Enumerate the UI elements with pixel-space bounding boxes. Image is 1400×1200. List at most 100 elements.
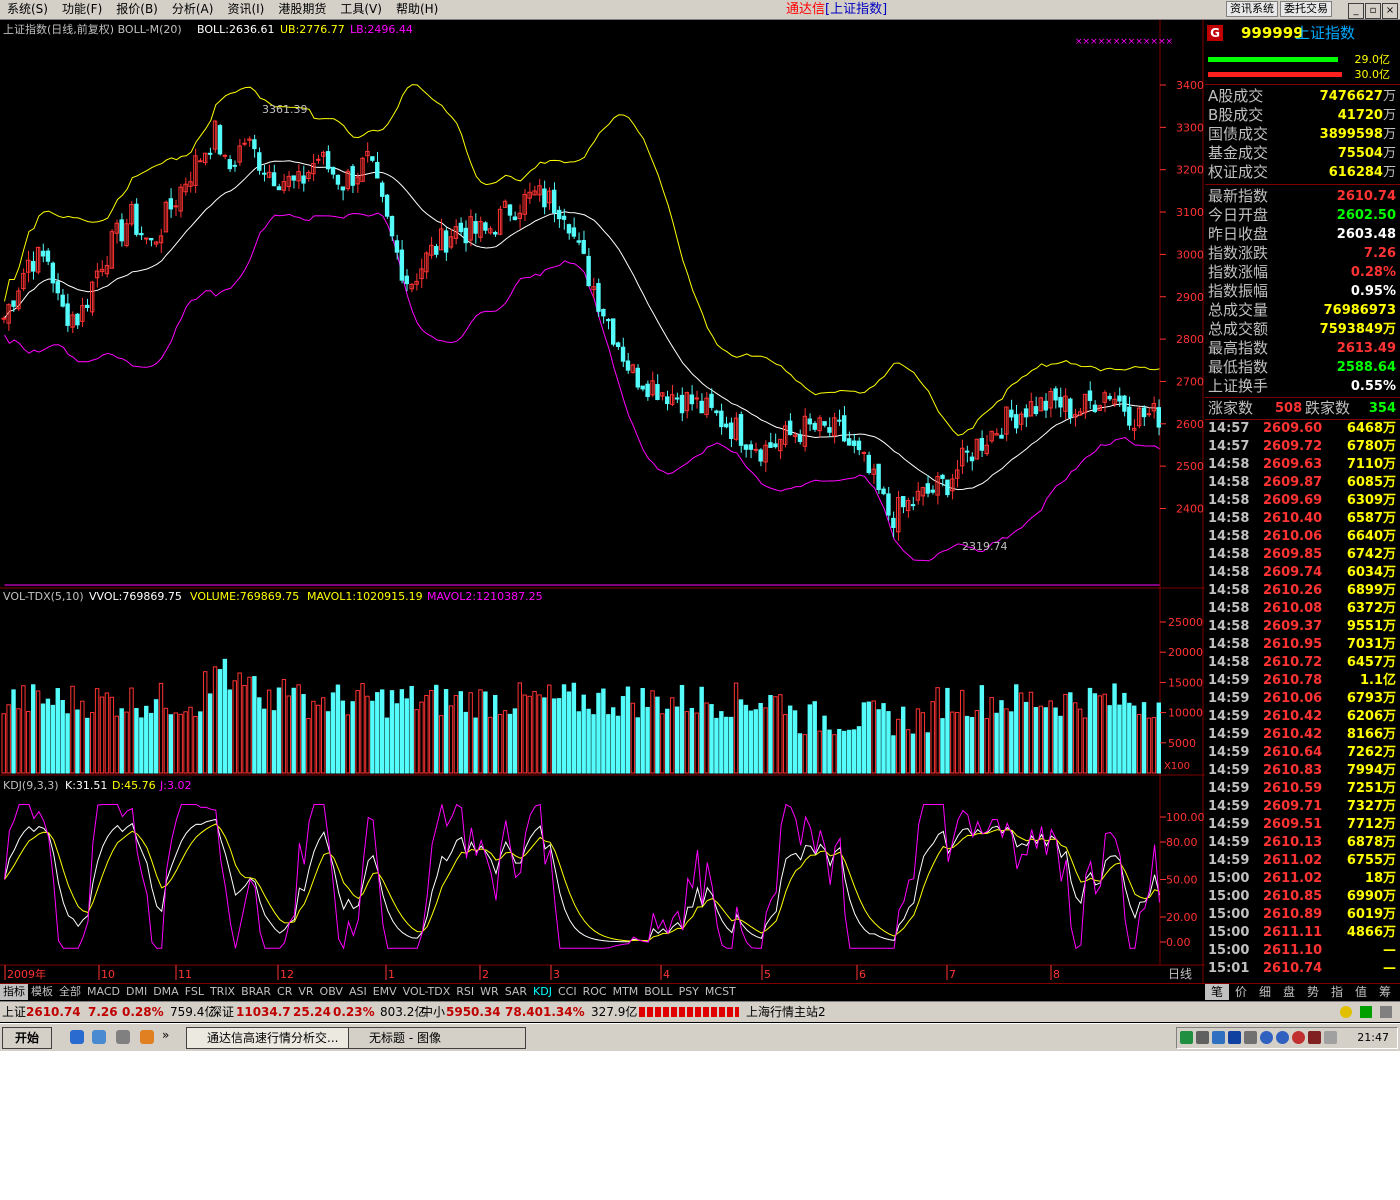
- desktop-icon[interactable]: [116, 1030, 130, 1044]
- task-tdx[interactable]: 通达信高速行情分析交...: [186, 1027, 364, 1049]
- tick-row[interactable]: 14:58 2610.40 6587万: [1205, 510, 1400, 528]
- indicator-tab[interactable]: MTM: [610, 984, 642, 1000]
- indicator-tab[interactable]: DMI: [123, 984, 150, 1000]
- detail-tab[interactable]: 指: [1325, 984, 1349, 1000]
- tick-row[interactable]: 14:58 2609.87 6085万: [1205, 474, 1400, 492]
- indicator-tab[interactable]: DMA: [150, 984, 182, 1000]
- indicator-tab[interactable]: VOL-TDX: [400, 984, 454, 1000]
- tray-a-icon[interactable]: [1260, 1031, 1273, 1044]
- indicator-tab[interactable]: FSL: [182, 984, 207, 1000]
- tick-row[interactable]: 14:59 2611.02 6755万: [1205, 852, 1400, 870]
- outlook-icon[interactable]: [92, 1030, 106, 1044]
- indicator-tab[interactable]: TRIX: [207, 984, 238, 1000]
- clock[interactable]: 21:47: [1357, 1028, 1389, 1048]
- tick-row[interactable]: 14:58 2610.08 6372万: [1205, 600, 1400, 618]
- indicator-tab[interactable]: BRAR: [238, 984, 274, 1000]
- start-button[interactable]: 开始: [2, 1027, 52, 1049]
- tick-row[interactable]: 14:58 2610.95 7031万: [1205, 636, 1400, 654]
- tick-row[interactable]: 15:00 2611.10 —: [1205, 942, 1400, 960]
- tick-row[interactable]: 14:59 2610.64 7262万: [1205, 744, 1400, 762]
- tick-row[interactable]: 14:59 2610.78 1.1亿: [1205, 672, 1400, 690]
- menu-function[interactable]: 功能(F): [55, 0, 109, 19]
- indicator-tab[interactable]: VR: [295, 984, 316, 1000]
- indicator-tab[interactable]: BOLL: [641, 984, 675, 1000]
- tick-row[interactable]: 14:59 2609.71 7327万: [1205, 798, 1400, 816]
- messenger-icon[interactable]: [140, 1030, 154, 1044]
- period-label[interactable]: 日线: [1168, 967, 1192, 981]
- trade-button[interactable]: 委托交易: [1280, 1, 1332, 17]
- menu-quote[interactable]: 报价(B): [109, 0, 165, 19]
- server-name[interactable]: 上海行情主站2: [746, 1002, 826, 1022]
- tick-row[interactable]: 14:58 2610.72 6457万: [1205, 654, 1400, 672]
- indicator-tab[interactable]: CR: [274, 984, 295, 1000]
- menu-help[interactable]: 帮助(H): [389, 0, 445, 19]
- detail-tab[interactable]: 盘: [1277, 984, 1301, 1000]
- indicator-tab[interactable]: 模板: [28, 984, 56, 1000]
- tray-app-icon[interactable]: [1308, 1031, 1321, 1044]
- tray-network-icon[interactable]: [1212, 1031, 1225, 1044]
- indicator-tab[interactable]: EMV: [370, 984, 400, 1000]
- indicator-tab[interactable]: KDJ: [530, 984, 555, 1000]
- tick-row[interactable]: 14:59 2610.13 6878万: [1205, 834, 1400, 852]
- indicator-tab[interactable]: RSI: [453, 984, 477, 1000]
- info-system-button[interactable]: 资讯系统: [1226, 1, 1278, 17]
- tick-row[interactable]: 15:00 2610.85 6990万: [1205, 888, 1400, 906]
- tick-row[interactable]: 14:59 2609.51 7712万: [1205, 816, 1400, 834]
- ie-icon[interactable]: [70, 1030, 84, 1044]
- tray-ime-icon[interactable]: [1180, 1031, 1193, 1044]
- detail-tab[interactable]: 价: [1229, 984, 1253, 1000]
- tick-row[interactable]: 15:00 2610.89 6019万: [1205, 906, 1400, 924]
- menu-tools[interactable]: 工具(V): [333, 0, 389, 19]
- indicator-tab[interactable]: PSY: [676, 984, 702, 1000]
- indicator-tab[interactable]: 指标: [0, 984, 28, 1000]
- tick-row[interactable]: 15:00 2611.02 18万: [1205, 870, 1400, 888]
- indicator-tab[interactable]: MACD: [84, 984, 123, 1000]
- tick-row[interactable]: 14:58 2609.85 6742万: [1205, 546, 1400, 564]
- network-icon[interactable]: [1380, 1006, 1392, 1018]
- indicator-tab[interactable]: CCI: [555, 984, 580, 1000]
- detail-tab[interactable]: 筹: [1373, 984, 1397, 1000]
- more-quicklaunch-icon[interactable]: »: [162, 1028, 169, 1042]
- menu-hk-futures[interactable]: 港股期货: [271, 0, 333, 19]
- tick-row[interactable]: 15:00 2611.11 4866万: [1205, 924, 1400, 942]
- tray-pen-icon[interactable]: [1324, 1031, 1337, 1044]
- tick-row[interactable]: 14:58 2609.37 9551万: [1205, 618, 1400, 636]
- status-bulb-icon[interactable]: [1340, 1006, 1352, 1018]
- tick-row[interactable]: 14:58 2609.69 6309万: [1205, 492, 1400, 510]
- tray-volume-icon[interactable]: [1196, 1031, 1209, 1044]
- indicator-tab[interactable]: 全部: [56, 984, 84, 1000]
- close-button[interactable]: ×: [1382, 3, 1398, 19]
- tick-row[interactable]: 14:59 2610.42 6206万: [1205, 708, 1400, 726]
- detail-tab[interactable]: 细: [1253, 984, 1277, 1000]
- tick-row[interactable]: 14:58 2609.63 7110万: [1205, 456, 1400, 474]
- tick-row[interactable]: 14:57 2609.72 6780万: [1205, 438, 1400, 456]
- indicator-tab[interactable]: ASI: [346, 984, 370, 1000]
- tick-row[interactable]: 15:01 2610.74 —: [1205, 960, 1400, 978]
- indicator-tab[interactable]: SAR: [502, 984, 530, 1000]
- tray-security-icon[interactable]: [1292, 1031, 1305, 1044]
- detail-tab[interactable]: 值: [1349, 984, 1373, 1000]
- restore-button[interactable]: ▫: [1365, 3, 1381, 19]
- tick-row[interactable]: 14:58 2609.74 6034万: [1205, 564, 1400, 582]
- indicator-tab[interactable]: MCST: [702, 984, 739, 1000]
- kline-chart-area[interactable]: 3400330032003100300029002800270026002500…: [0, 20, 1205, 983]
- tick-row[interactable]: 14:59 2610.59 7251万: [1205, 780, 1400, 798]
- minimize-button[interactable]: _: [1348, 3, 1364, 19]
- menu-analysis[interactable]: 分析(A): [165, 0, 221, 19]
- menu-system[interactable]: 系统(S): [0, 0, 55, 19]
- tick-row[interactable]: 14:59 2610.83 7994万: [1205, 762, 1400, 780]
- connect-icon[interactable]: [1360, 1006, 1372, 1018]
- tray-keyboard-icon[interactable]: [1244, 1031, 1257, 1044]
- detail-tab[interactable]: 笔: [1205, 984, 1229, 1000]
- tick-row[interactable]: 14:59 2610.06 6793万: [1205, 690, 1400, 708]
- tray-f-icon[interactable]: [1276, 1031, 1289, 1044]
- tick-row[interactable]: 14:57 2609.60 6468万: [1205, 420, 1400, 438]
- tick-row[interactable]: 14:58 2610.06 6640万: [1205, 528, 1400, 546]
- tick-row[interactable]: 14:59 2610.42 8166万: [1205, 726, 1400, 744]
- indicator-tab[interactable]: ROC: [580, 984, 610, 1000]
- indicator-tab[interactable]: WR: [477, 984, 502, 1000]
- tray-ch-icon[interactable]: [1228, 1031, 1241, 1044]
- indicator-tab[interactable]: OBV: [317, 984, 346, 1000]
- detail-tab[interactable]: 势: [1301, 984, 1325, 1000]
- menu-info[interactable]: 资讯(I): [220, 0, 271, 19]
